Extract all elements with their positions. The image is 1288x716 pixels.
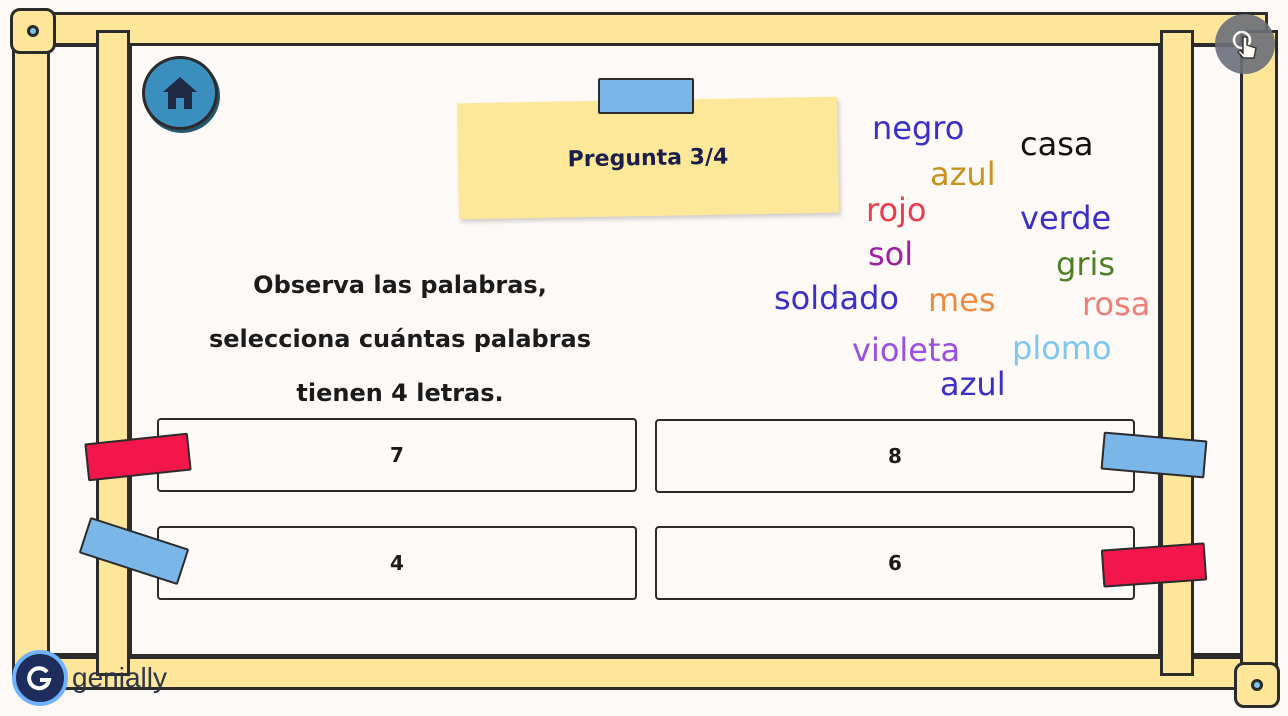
genially-branding[interactable]: genially [12, 650, 167, 706]
word-item: sol [868, 235, 914, 273]
title-note: Pregunta 3/4 [457, 96, 839, 220]
question-line: Observa las palabras, [253, 271, 547, 299]
word-item: plomo [1012, 329, 1112, 367]
word-item: negro [872, 109, 965, 147]
word-item: rosa [1082, 285, 1151, 323]
frame-left-inner [96, 30, 130, 676]
frame-right [1240, 30, 1278, 676]
corner-bottom-right [1234, 662, 1280, 708]
answer-option-2[interactable]: 8 [655, 419, 1135, 493]
word-item: mes [928, 281, 996, 319]
word-item: casa [1020, 125, 1094, 163]
corner-top-left [10, 8, 56, 54]
page-title: Pregunta 3/4 [567, 144, 729, 172]
frame-top [22, 12, 1268, 46]
home-icon [163, 77, 197, 109]
word-item: rojo [866, 191, 927, 229]
frame-left [12, 30, 50, 676]
home-button[interactable] [142, 56, 218, 130]
question-line: selecciona cuántas palabras [208, 325, 592, 353]
answer-option-1[interactable]: 7 [157, 418, 637, 492]
answer-option-4[interactable]: 6 [655, 526, 1135, 600]
corner-bolt-icon [1251, 679, 1263, 691]
question-text: Observa las palabras, selecciona cuántas… [170, 258, 630, 420]
board-gap-left [50, 44, 96, 656]
word-item: soldado [774, 279, 899, 317]
answer-label: 7 [390, 443, 404, 467]
answer-label: 6 [888, 551, 902, 575]
note-tape [598, 78, 694, 114]
word-item: azul [940, 365, 1006, 403]
word-item: verde [1020, 199, 1112, 237]
answer-label: 8 [888, 444, 902, 468]
word-item: gris [1056, 245, 1116, 283]
hand-pointer-icon [1232, 30, 1257, 59]
genially-name: genially [72, 662, 167, 693]
genially-logo-icon [12, 650, 68, 706]
answer-option-3[interactable]: 4 [157, 526, 637, 600]
share-button[interactable] [1215, 14, 1275, 74]
answer-tape [1100, 542, 1208, 588]
corner-bolt-icon [27, 25, 39, 37]
word-item: violeta [852, 331, 961, 369]
question-line: tienen 4 letras. [296, 379, 504, 407]
word-item: azul [930, 155, 996, 193]
answer-label: 4 [390, 551, 404, 575]
frame-bottom [22, 656, 1268, 690]
